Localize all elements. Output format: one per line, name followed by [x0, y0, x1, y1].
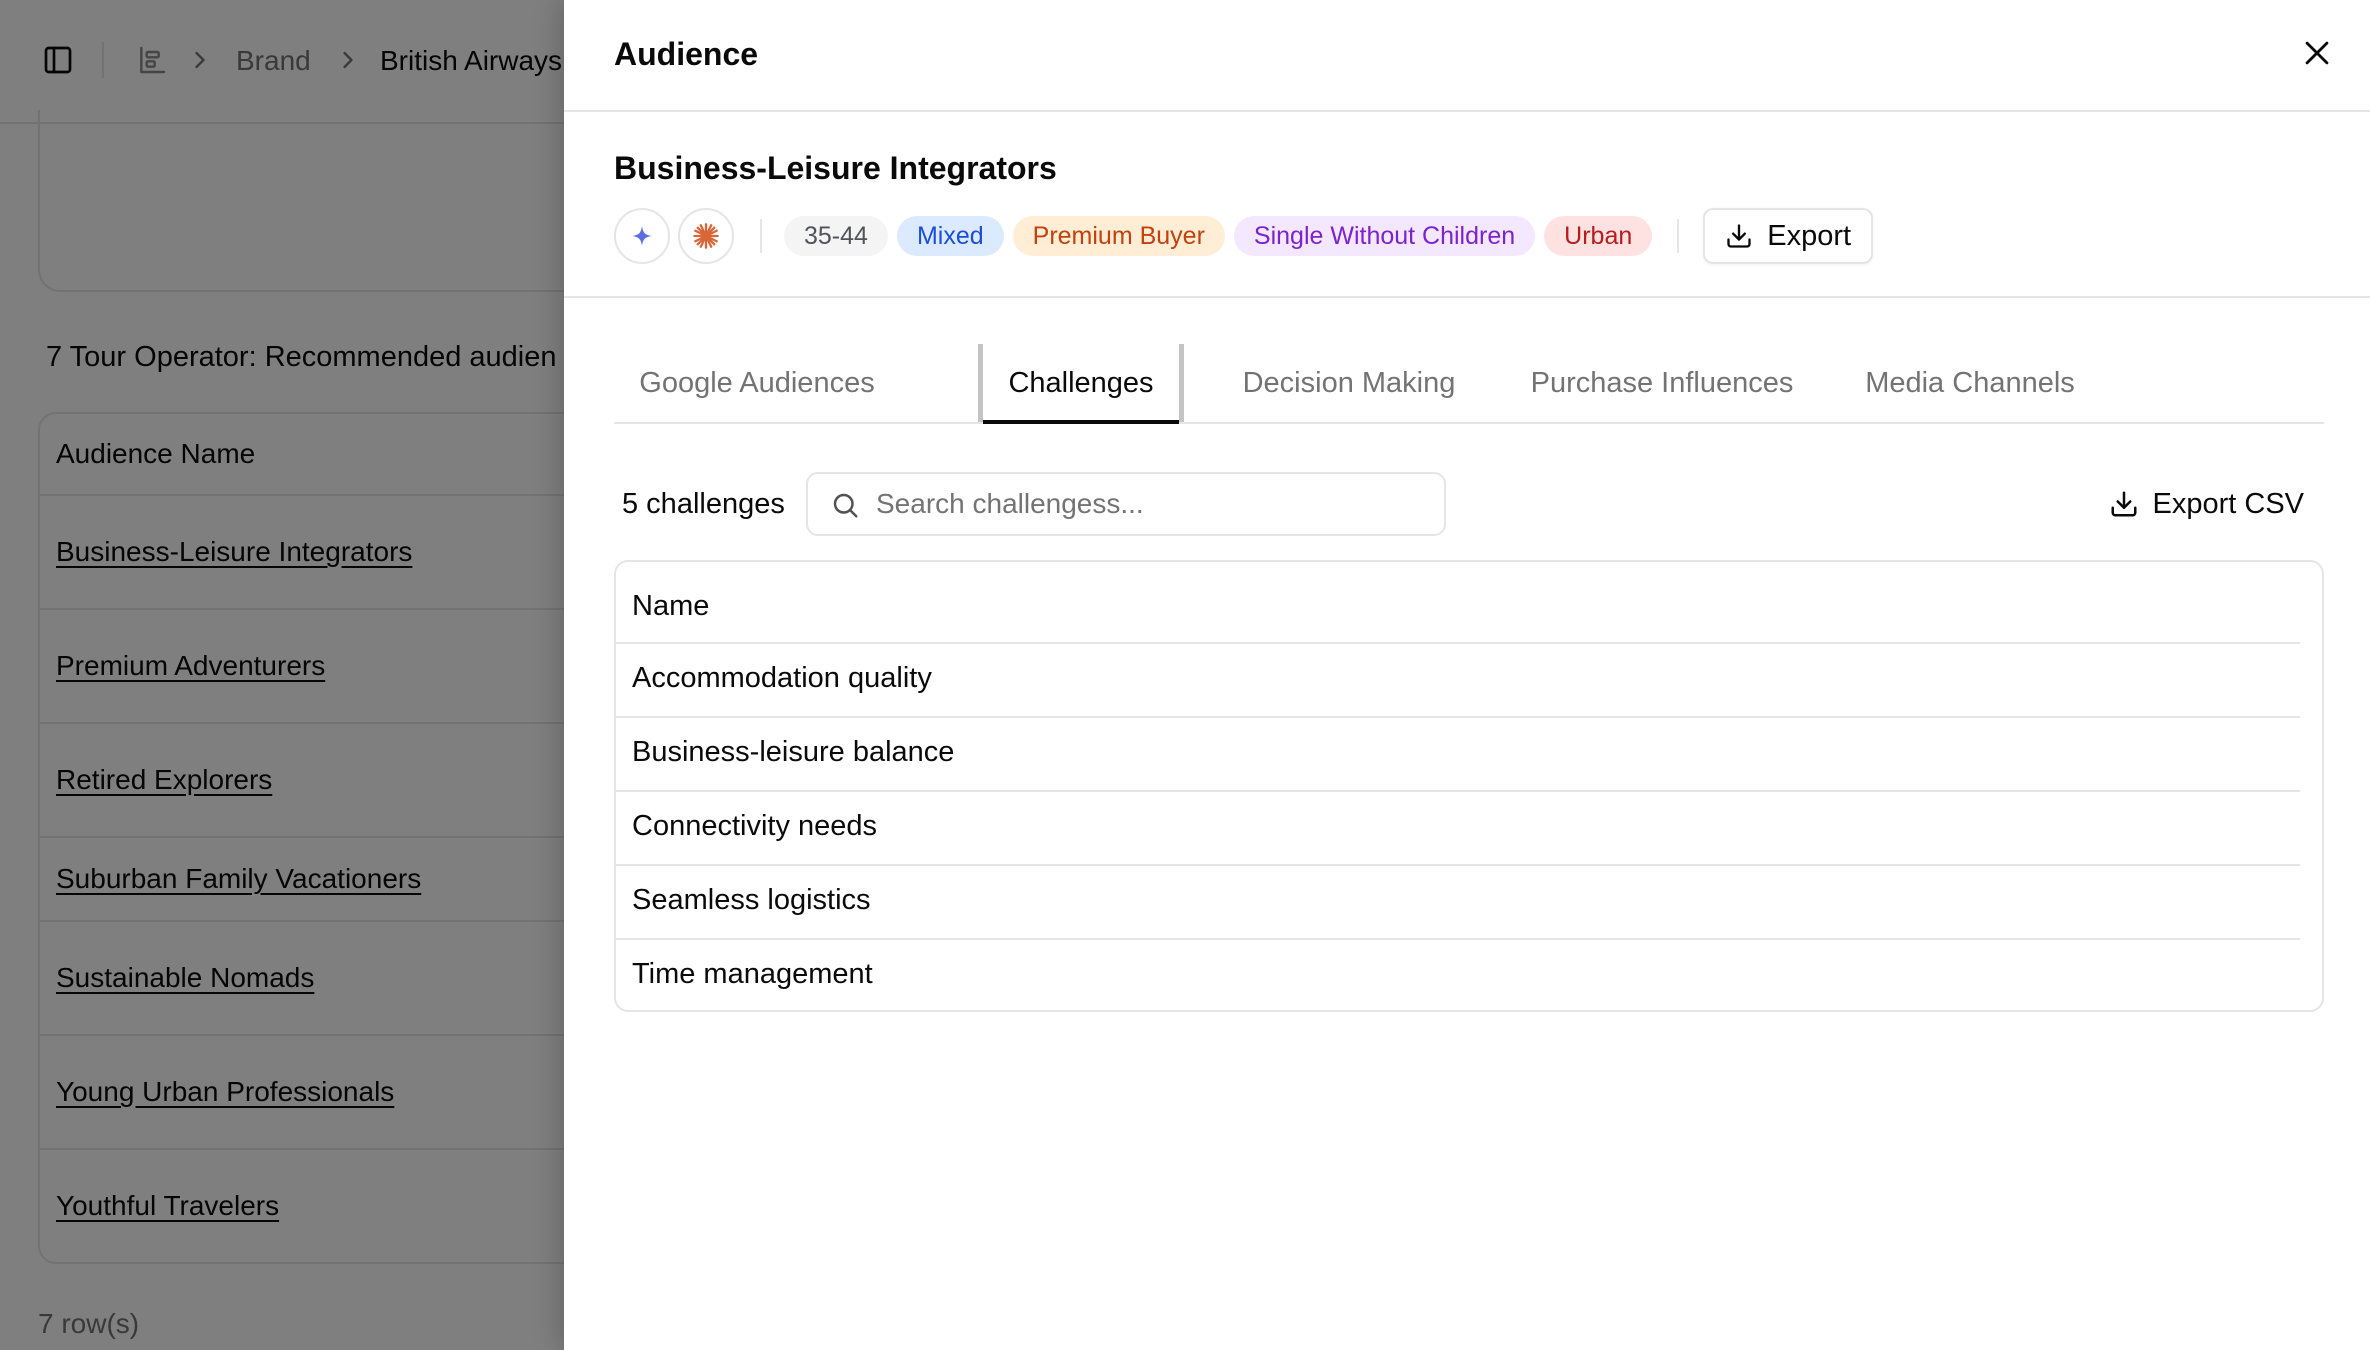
tag-buyer-type: Premium Buyer	[1012, 216, 1225, 256]
export-csv-label: Export CSV	[2152, 487, 2305, 520]
tab-bar: Google Audiences Challenges Decision Mak…	[614, 344, 2324, 424]
tab-purchase-influences[interactable]: Purchase Influences	[1522, 344, 1802, 422]
search-icon	[833, 493, 858, 518]
burst-button[interactable]	[678, 208, 734, 264]
sparkle-icon	[632, 226, 652, 246]
tag-gender: Mixed	[896, 216, 1004, 256]
tab-decision-making[interactable]: Decision Making	[1226, 344, 1472, 422]
sheet-header: Audience	[564, 0, 2370, 112]
audience-name: Business-Leisure Integrators	[614, 150, 1057, 186]
download-icon	[2111, 491, 2136, 517]
table-row: Business-leisure balance	[632, 736, 955, 768]
sheet-divider	[564, 296, 2370, 298]
challenges-count: 5 challenges	[622, 488, 785, 520]
meta-divider	[760, 219, 762, 253]
export-label: Export	[1767, 219, 1852, 252]
table-row: Seamless logistics	[632, 884, 871, 916]
burst-icon	[693, 223, 719, 249]
tab-media-channels[interactable]: Media Channels	[1852, 344, 2088, 422]
table-row: Accommodation quality	[632, 662, 932, 694]
row-divider	[616, 716, 2300, 718]
audience-sheet: Audience Business-Leisure Integrators 35…	[564, 0, 2370, 1350]
row-divider	[616, 642, 2300, 644]
sparkle-button[interactable]	[614, 208, 670, 264]
tab-google-audiences[interactable]: Google Audiences	[614, 344, 900, 422]
sheet-title: Audience	[614, 36, 759, 72]
download-icon	[1727, 224, 1751, 248]
tag-age: 35-44	[784, 216, 888, 256]
audience-meta: 35-44 Mixed Premium Buyer Single Without…	[614, 208, 1874, 264]
tag-location: Urban	[1544, 216, 1653, 256]
challenges-table: Name Accommodation quality Business-leis…	[614, 560, 2324, 1012]
export-csv-button[interactable]: Export CSV	[2109, 482, 2305, 526]
close-icon[interactable]	[2300, 36, 2334, 70]
column-header-name: Name	[632, 590, 710, 622]
row-divider	[616, 864, 2300, 866]
search-field[interactable]	[806, 472, 1446, 536]
export-button[interactable]: Export	[1703, 208, 1874, 264]
tag-household: Single Without Children	[1233, 216, 1536, 256]
row-divider	[616, 790, 2300, 792]
table-row: Time management	[632, 958, 873, 990]
table-row: Connectivity needs	[632, 810, 878, 842]
tab-challenges[interactable]: Challenges	[978, 344, 1184, 424]
meta-divider	[1677, 219, 1680, 253]
row-divider	[616, 938, 2300, 940]
search-input[interactable]	[876, 484, 1426, 524]
